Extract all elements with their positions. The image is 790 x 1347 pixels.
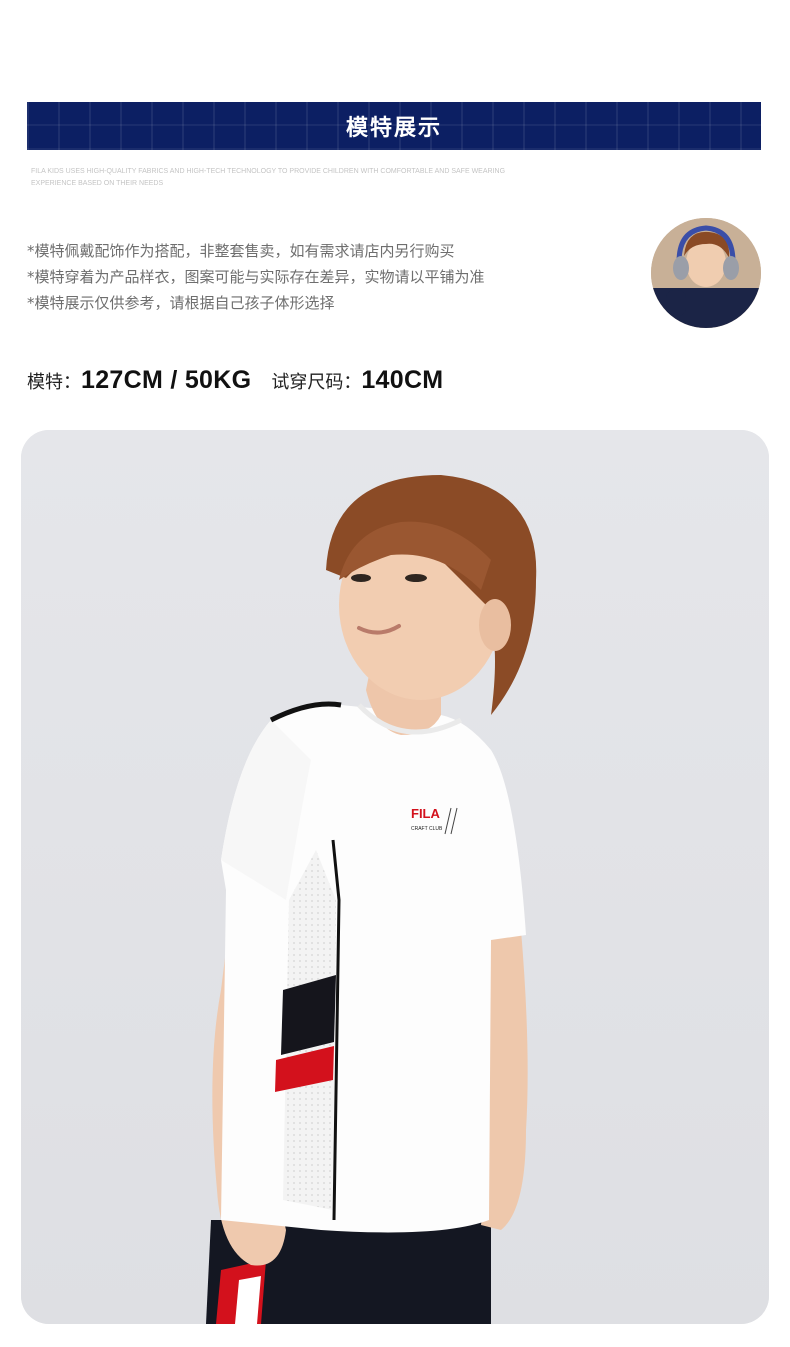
model-value: 127CM / 50KG xyxy=(81,366,252,394)
note-accessories: *模特佩戴配饰作为搭配，非整套售卖，如有需求请店内另行购买 xyxy=(27,242,455,260)
note-reference: *模特展示仅供参考，请根据自己孩子体形选择 xyxy=(27,294,335,312)
banner-subtext: FILA KIDS USES HIGH-QUALITY FABRICS AND … xyxy=(31,168,506,187)
size-value: 140CM xyxy=(361,366,444,394)
section-banner: 模特展示 xyxy=(27,102,761,150)
model-specs: 模特： 127CM / 50KG 试穿尺码： 140CM xyxy=(27,366,443,395)
notes-list: *模特佩戴配饰作为搭配，非整套售卖，如有需求请店内另行购买 *模特穿着为产品样衣… xyxy=(27,238,627,316)
shirt-logo-text: FILA xyxy=(411,806,440,821)
banner-title: 模特展示 xyxy=(345,116,442,141)
model-avatar xyxy=(651,218,761,328)
note-sample: *模特穿着为产品样衣，图案可能与实际存在差异，实物请以平铺为准 xyxy=(27,268,485,286)
model-photo: FILA CRAFT CLUB xyxy=(21,430,769,1324)
shirt-logo-sub: CRAFT CLUB xyxy=(411,826,443,832)
size-label: 试穿尺码： xyxy=(271,372,362,393)
model-label: 模特： xyxy=(27,372,81,393)
